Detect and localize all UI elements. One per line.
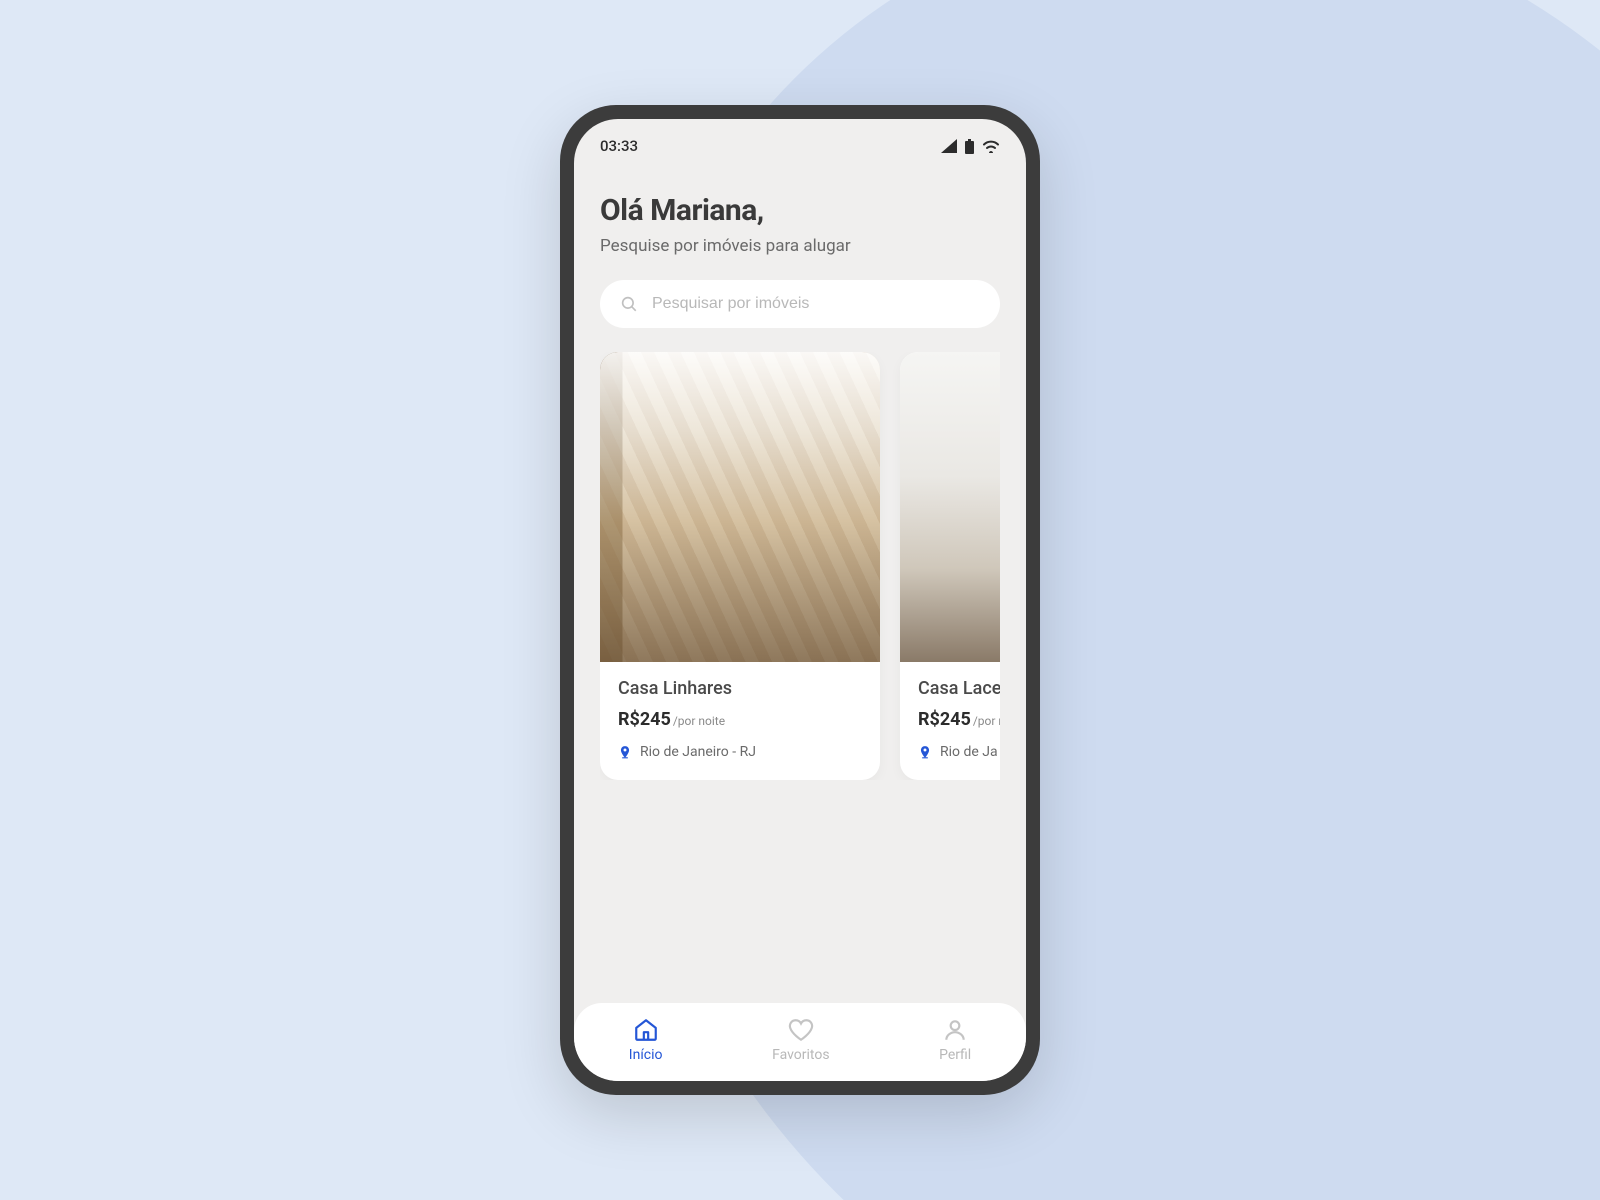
nav-profile[interactable]: Perfil [939,1017,971,1063]
price-amount: R$245 [918,709,971,730]
property-title: Casa Lace [918,678,1000,699]
battery-icon [965,139,974,154]
signal-icon [941,139,957,153]
status-icons [941,139,1000,154]
wifi-icon [982,139,1000,153]
status-bar: 03:33 [574,119,1026,165]
nav-favorites-label: Favoritos [772,1047,829,1063]
property-card[interactable]: Casa Linhares R$245 /por noite Rio de Ja… [600,352,880,780]
search-icon [620,295,638,313]
nav-home-label: Início [629,1047,663,1063]
location-text: Rio de Janeiro - RJ [640,744,756,760]
location-pin-icon [918,744,932,760]
property-card[interactable]: Casa Lace R$245 /por n Rio de Ja [900,352,1000,780]
property-location: Rio de Janeiro - RJ [618,744,862,760]
location-text: Rio de Ja [940,744,998,760]
search-input[interactable] [652,295,980,313]
price-unit: /por n [973,714,1000,728]
nav-home[interactable]: Início [629,1017,663,1063]
nav-favorites[interactable]: Favoritos [772,1017,829,1063]
price-unit: /por noite [673,714,725,728]
greeting-subtitle: Pesquise por imóveis para alugar [600,236,1000,256]
heart-icon [788,1017,814,1043]
property-location: Rio de Ja [918,744,1000,760]
property-price: R$245 /por n [918,709,1000,730]
greeting-title: Olá Mariana, [600,193,1000,228]
user-icon [942,1017,968,1043]
screen: 03:33 Olá Mariana, Pesquise por imóveis … [574,119,1026,1081]
location-pin-icon [618,744,632,760]
property-price: R$245 /por noite [618,709,862,730]
phone-frame: 03:33 Olá Mariana, Pesquise por imóveis … [560,105,1040,1095]
search-bar[interactable] [600,280,1000,328]
price-amount: R$245 [618,709,671,730]
property-image [600,352,880,662]
nav-profile-label: Perfil [939,1047,971,1063]
property-image [900,352,1000,662]
status-time: 03:33 [600,137,638,155]
bottom-nav: Início Favoritos Perfil [574,1003,1026,1081]
property-title: Casa Linhares [618,678,862,699]
home-icon [633,1017,659,1043]
main-content: Olá Mariana, Pesquise por imóveis para a… [574,165,1026,780]
property-cards-row[interactable]: Casa Linhares R$245 /por noite Rio de Ja… [600,352,1000,780]
